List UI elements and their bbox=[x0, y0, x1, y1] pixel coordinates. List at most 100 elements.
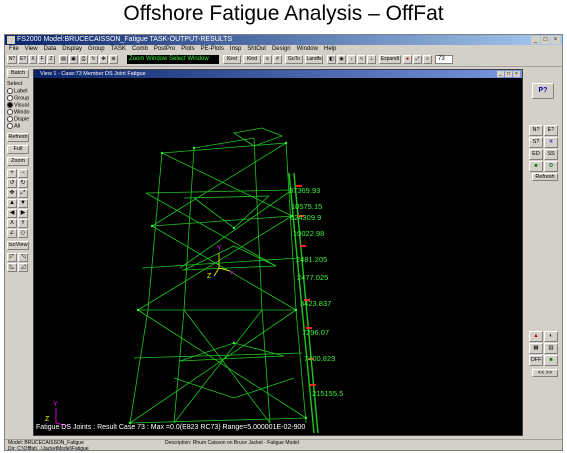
pan-icon[interactable]: ✥ bbox=[99, 55, 108, 64]
view-minimize-button[interactable]: _ bbox=[497, 71, 504, 77]
marker-icon[interactable]: ▲ bbox=[529, 331, 543, 342]
member-icon[interactable]: ◧ bbox=[327, 55, 336, 64]
fatigue-label: 10575.15 bbox=[291, 202, 323, 211]
toolbar-button-e[interactable]: E? bbox=[18, 55, 28, 64]
fit-icon[interactable]: ⤢ bbox=[18, 189, 28, 198]
menu-task[interactable]: TASK bbox=[111, 45, 126, 53]
pan-icon[interactable]: ✥ bbox=[7, 189, 17, 198]
close-button[interactable]: × bbox=[551, 36, 560, 44]
maximize-button[interactable]: □ bbox=[541, 36, 550, 44]
off-button[interactable]: OFF bbox=[529, 355, 543, 366]
wave-icon[interactable]: ∿ bbox=[357, 55, 366, 64]
zoom-icon[interactable]: ⊕ bbox=[109, 55, 118, 64]
refresh-button[interactable]: Refresh bbox=[7, 133, 29, 142]
settings-icon[interactable]: ⚙ bbox=[544, 161, 558, 172]
iso-view-1-icon[interactable]: ◸ bbox=[7, 253, 17, 262]
view-z-icon[interactable]: Z bbox=[7, 229, 17, 238]
toolbar-button-n[interactable]: N? bbox=[7, 55, 17, 64]
menu-shtout[interactable]: ShtOut bbox=[247, 45, 266, 53]
right-refresh-button[interactable]: Refresh bbox=[532, 173, 558, 181]
right-button-ss[interactable]: SS bbox=[544, 149, 558, 160]
menu-file[interactable]: File bbox=[9, 45, 19, 53]
iso-view-4-icon[interactable]: ◿ bbox=[18, 263, 28, 272]
move-left-icon[interactable]: ◀ bbox=[7, 209, 17, 218]
iso-view-3-icon[interactable]: ◺ bbox=[7, 263, 17, 272]
menu-pe-plots[interactable]: PE-Plots bbox=[201, 45, 224, 53]
menu-comb[interactable]: Comb bbox=[132, 45, 148, 53]
model-canvas[interactable]: Y Z × Y Z 37369.93 10575.15 624309.9 100… bbox=[34, 78, 522, 435]
zoom-button[interactable]: Zoom bbox=[7, 157, 29, 166]
joint-icon[interactable]: ◉ bbox=[337, 55, 346, 64]
color-icon[interactable]: ■ bbox=[529, 161, 543, 172]
batch-button[interactable]: Batch bbox=[7, 69, 29, 78]
minimize-button[interactable]: _ bbox=[531, 36, 540, 44]
rotate-right-icon[interactable]: ↻ bbox=[18, 179, 28, 188]
joint-node bbox=[294, 308, 298, 312]
right-tool-panel: P? N? E? S? ✳ ED SS ■ ⚙ Refresh ▲ ◐ ▦ ▥ … bbox=[526, 69, 562, 439]
move-right-icon[interactable]: ▶ bbox=[18, 209, 28, 218]
menu-group[interactable]: Group bbox=[88, 45, 105, 53]
menu-postpro[interactable]: PostPro bbox=[154, 45, 175, 53]
view-x-icon[interactable]: X bbox=[7, 219, 17, 228]
menu-view[interactable]: View bbox=[25, 45, 38, 53]
menu-data[interactable]: Data bbox=[44, 45, 57, 53]
goto-button[interactable]: GoTo bbox=[285, 55, 303, 64]
expand-button[interactable]: ExpandI bbox=[379, 55, 401, 64]
rotate-icon[interactable]: ↻ bbox=[89, 55, 98, 64]
stop-icon[interactable]: ● bbox=[403, 55, 412, 64]
view-3d-icon[interactable]: ◇ bbox=[18, 229, 28, 238]
kind-select-2[interactable]: Kind bbox=[243, 55, 261, 64]
move-up-icon[interactable]: ▲ bbox=[7, 199, 17, 208]
full-button[interactable]: Full bbox=[7, 145, 29, 154]
rotate-left-icon[interactable]: ↺ bbox=[7, 179, 17, 188]
radio-label-text: Label bbox=[14, 88, 28, 95]
toolbar-button-z[interactable]: Z bbox=[47, 55, 55, 64]
view-close-button[interactable]: × bbox=[513, 71, 520, 77]
result-caption: Fatigue DS Joints : Result Case 73 : Max… bbox=[36, 424, 306, 431]
view-maximize-button[interactable]: □ bbox=[505, 71, 512, 77]
rotate-view-icon[interactable]: ✳ bbox=[544, 137, 558, 148]
isoview-button[interactable]: IsoView bbox=[7, 241, 29, 250]
green-toggle-icon[interactable]: ■ bbox=[544, 355, 558, 366]
landfs-button[interactable]: Landfs bbox=[305, 55, 323, 64]
palette-icon[interactable]: ◐ bbox=[544, 331, 558, 342]
joint-node bbox=[232, 226, 236, 230]
menu-window[interactable]: Window bbox=[297, 45, 318, 53]
chart-icon[interactable]: ▥ bbox=[544, 343, 558, 354]
open-icon[interactable]: ▤ bbox=[59, 55, 68, 64]
view-y-icon[interactable]: Y bbox=[18, 219, 28, 228]
radio-indicator bbox=[7, 109, 13, 115]
load-icon[interactable]: ↓ bbox=[347, 55, 356, 64]
toolbar-button-f[interactable]: F bbox=[38, 55, 46, 64]
toolbar: N? E? X F Z ▤ ▣ ⎙ ↻ ✥ ⊕ Zoom Window Sele… bbox=[5, 53, 562, 67]
fit-icon[interactable]: ⤢ bbox=[413, 55, 422, 64]
menu-plots[interactable]: Plots bbox=[181, 45, 194, 53]
search-icon[interactable]: ⌕ bbox=[423, 55, 432, 64]
window-title: FS2000 Model:BRUCECAISSON_Fatigue TASK-O… bbox=[17, 36, 233, 43]
list-icon[interactable]: ≡ bbox=[263, 55, 272, 64]
iso-view-2-icon[interactable]: ◹ bbox=[18, 253, 28, 262]
kind-select[interactable]: Kind bbox=[223, 55, 241, 64]
menu-help[interactable]: Help bbox=[324, 45, 336, 53]
toolbar-button-x[interactable]: X bbox=[29, 55, 37, 64]
print-icon[interactable]: ⎙ bbox=[79, 55, 88, 64]
menu-design[interactable]: Design bbox=[272, 45, 291, 53]
zoom-in-icon[interactable]: + bbox=[7, 169, 17, 178]
grid-icon[interactable]: # bbox=[273, 55, 282, 64]
fatigue-label: 3423.837 bbox=[300, 299, 332, 308]
nav-arrows[interactable]: << >> bbox=[532, 369, 558, 377]
case-number-input[interactable]: 73 bbox=[435, 55, 453, 64]
radio-all[interactable]: All bbox=[7, 123, 31, 130]
zoom-out-icon[interactable]: − bbox=[18, 169, 28, 178]
menu-insp[interactable]: Insp bbox=[230, 45, 241, 53]
right-button-ed[interactable]: ED bbox=[529, 149, 543, 160]
right-button-n[interactable]: N? bbox=[529, 125, 543, 136]
move-down-icon[interactable]: ▼ bbox=[18, 199, 28, 208]
right-button-e[interactable]: E? bbox=[544, 125, 558, 136]
right-button-s[interactable]: S? bbox=[529, 137, 543, 148]
help-button[interactable]: P? bbox=[532, 83, 554, 99]
menu-display[interactable]: Display bbox=[62, 45, 82, 53]
table-icon[interactable]: ▦ bbox=[529, 343, 543, 354]
axes-icon[interactable]: ⊥ bbox=[367, 55, 376, 64]
save-icon[interactable]: ▣ bbox=[69, 55, 78, 64]
